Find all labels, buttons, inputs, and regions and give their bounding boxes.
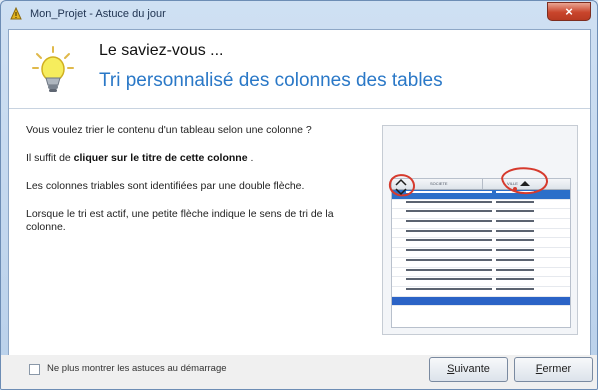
paragraph-4: Lorsque le tri est actif, une petite flè… [26, 208, 334, 233]
annotation-overlay [388, 167, 549, 197]
lightbulb-icon [32, 46, 74, 92]
tip-title: Tri personnalisé des colonnes des tables [99, 70, 443, 91]
window-title: Mon_Projet - Astuce du jour [30, 8, 166, 20]
tip-window: Mon_Projet - Astuce du jour × Le saviez-… [0, 0, 598, 390]
paragraph-2-prefix: Il suffit de [26, 152, 74, 164]
preview-screenshot: SOCIETE VILLE [382, 125, 578, 335]
dialog-content: Le saviez-vous ... Tri personnalisé des … [8, 29, 591, 383]
paragraph-2: Il suffit de cliquer sur le titre de cet… [26, 152, 366, 165]
tip-header: Le saviez-vous ... Tri personnalisé des … [9, 30, 590, 109]
startup-tips-label: Ne plus montrer les astuces au démarrage [47, 363, 227, 374]
app-icon [10, 7, 22, 20]
paragraph-2-emphasis: cliquer sur le titre de cette colonne [73, 152, 248, 164]
close-window-button[interactable]: × [547, 2, 591, 21]
paragraph-3: Les colonnes triables sont identifiées p… [26, 180, 305, 192]
tip-kicker: Le saviez-vous ... [99, 42, 224, 59]
close-button[interactable]: Fermer [514, 357, 593, 382]
paragraph-2-suffix: . [250, 152, 254, 164]
startup-tips-checkbox[interactable] [29, 364, 40, 375]
paragraph-1: Vous voulez trier le contenu d'un tablea… [26, 124, 312, 136]
next-tip-button[interactable]: Suivante [429, 357, 508, 382]
title-bar: Mon_Projet - Astuce du jour × [1, 1, 597, 29]
tip-description: Vous voulez trier le contenu d'un tablea… [26, 124, 366, 249]
